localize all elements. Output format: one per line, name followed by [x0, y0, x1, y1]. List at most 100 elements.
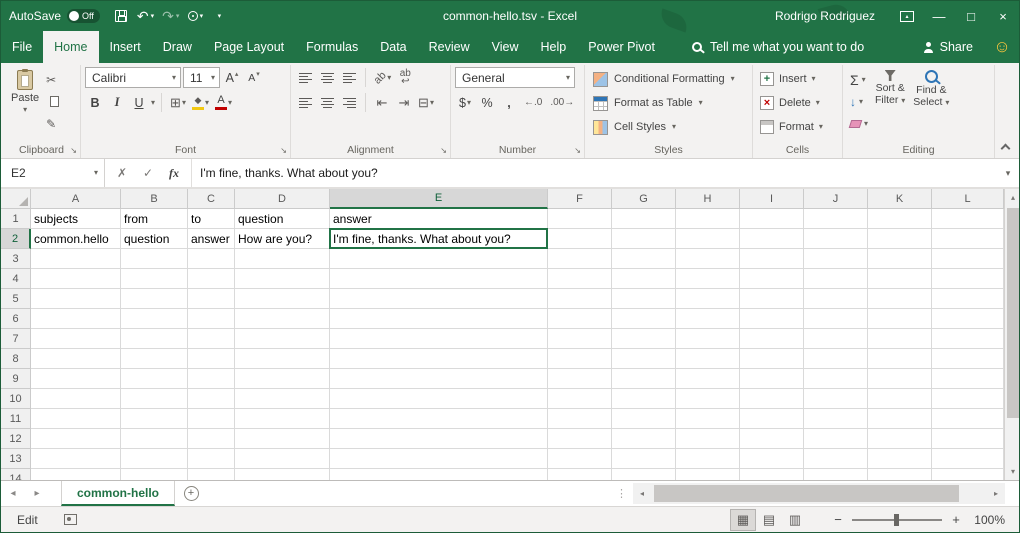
cell-K7[interactable] [868, 329, 932, 349]
cell-D10[interactable] [235, 389, 330, 409]
cell-L4[interactable] [932, 269, 1004, 289]
cell-D4[interactable] [235, 269, 330, 289]
delete-cells-button[interactable]: ×Delete▾ [757, 91, 838, 115]
cell-K5[interactable] [868, 289, 932, 309]
customize-quick-access-toolbar-button[interactable]: ▾ [208, 3, 230, 29]
cell-C13[interactable] [188, 449, 235, 469]
cell-I4[interactable] [740, 269, 804, 289]
column-header-H[interactable]: H [676, 189, 740, 209]
column-header-F[interactable]: F [548, 189, 612, 209]
increase-font-size-button[interactable]: A▴ [222, 67, 242, 88]
cell-G10[interactable] [612, 389, 676, 409]
cell-H7[interactable] [676, 329, 740, 349]
column-header-I[interactable]: I [740, 189, 804, 209]
cell-J12[interactable] [804, 429, 868, 449]
font-dialog-launcher[interactable]: ↘ [280, 147, 287, 155]
zoom-slider[interactable] [852, 519, 942, 521]
scroll-down-button[interactable]: ▾ [1005, 463, 1019, 480]
percent-style-button[interactable]: % [477, 92, 497, 113]
row-header-1[interactable]: 1 [1, 209, 31, 229]
cell-styles-button[interactable]: Cell Styles▾ [589, 115, 748, 139]
page-layout-view-button[interactable]: ▤ [757, 510, 781, 530]
top-align-button[interactable] [295, 67, 315, 88]
autosave-switch[interactable]: Off [67, 9, 100, 23]
tab-view[interactable]: View [481, 31, 530, 63]
cell-J13[interactable] [804, 449, 868, 469]
cell-J9[interactable] [804, 369, 868, 389]
cell-L10[interactable] [932, 389, 1004, 409]
share-button[interactable]: Share [911, 31, 985, 63]
zoom-out-button[interactable]: − [829, 512, 847, 527]
cut-button[interactable]: ✂ [43, 69, 62, 90]
cell-C1[interactable]: to [188, 209, 235, 229]
cell-F4[interactable] [548, 269, 612, 289]
cell-C6[interactable] [188, 309, 235, 329]
borders-button[interactable]: ⊞▾ [168, 92, 188, 113]
tab-home[interactable]: Home [43, 31, 98, 63]
cell-L5[interactable] [932, 289, 1004, 309]
number-dialog-launcher[interactable]: ↘ [574, 147, 581, 155]
cell-H8[interactable] [676, 349, 740, 369]
column-header-L[interactable]: L [932, 189, 1004, 209]
cell-L9[interactable] [932, 369, 1004, 389]
cell-E1[interactable]: answer [330, 209, 548, 229]
cell-G5[interactable] [612, 289, 676, 309]
cell-J7[interactable] [804, 329, 868, 349]
cell-E2[interactable]: I'm fine, thanks. What about you? [330, 229, 548, 249]
cell-E10[interactable] [330, 389, 548, 409]
cell-D1[interactable]: question [235, 209, 330, 229]
cell-H3[interactable] [676, 249, 740, 269]
cell-F9[interactable] [548, 369, 612, 389]
cell-I11[interactable] [740, 409, 804, 429]
cell-I14[interactable] [740, 469, 804, 480]
cell-H11[interactable] [676, 409, 740, 429]
cell-H14[interactable] [676, 469, 740, 480]
cell-I9[interactable] [740, 369, 804, 389]
row-header-12[interactable]: 12 [1, 429, 31, 449]
comma-style-button[interactable]: , [499, 92, 519, 113]
cell-A2[interactable]: common.hello [31, 229, 121, 249]
cell-B13[interactable] [121, 449, 188, 469]
tab-draw[interactable]: Draw [152, 31, 203, 63]
orientation-button[interactable]: ab▾ [372, 67, 393, 88]
formula-input[interactable]: I'm fine, thanks. What about you? [192, 159, 997, 187]
cell-F7[interactable] [548, 329, 612, 349]
cell-D14[interactable] [235, 469, 330, 480]
cell-B4[interactable] [121, 269, 188, 289]
user-name[interactable]: Rodrigo Rodriguez [775, 9, 875, 23]
cell-K8[interactable] [868, 349, 932, 369]
fill-color-button[interactable]: ◆▾ [190, 92, 211, 113]
cell-L3[interactable] [932, 249, 1004, 269]
format-cells-button[interactable]: Format▾ [757, 115, 838, 139]
copy-button[interactable] [43, 91, 62, 112]
cell-L14[interactable] [932, 469, 1004, 480]
sort-filter-button[interactable]: Sort &Filter ▾ [871, 67, 909, 141]
font-name-combo[interactable]: Calibri▾ [85, 67, 181, 88]
cell-H10[interactable] [676, 389, 740, 409]
cell-H12[interactable] [676, 429, 740, 449]
find-select-button[interactable]: Find &Select ▾ [909, 67, 953, 141]
tab-page-layout[interactable]: Page Layout [203, 31, 295, 63]
tab-formulas[interactable]: Formulas [295, 31, 369, 63]
undo-button[interactable]: ↶▾ [134, 3, 157, 29]
decrease-font-size-button[interactable]: A▾ [244, 67, 264, 88]
cell-H2[interactable] [676, 229, 740, 249]
cell-E9[interactable] [330, 369, 548, 389]
row-header-5[interactable]: 5 [1, 289, 31, 309]
row-header-10[interactable]: 10 [1, 389, 31, 409]
cell-K10[interactable] [868, 389, 932, 409]
cell-L12[interactable] [932, 429, 1004, 449]
cell-A3[interactable] [31, 249, 121, 269]
cell-G1[interactable] [612, 209, 676, 229]
fill-button[interactable]: ↓▾ [847, 91, 871, 112]
zoom-level[interactable]: 100% [965, 513, 1005, 527]
cell-I10[interactable] [740, 389, 804, 409]
cell-D12[interactable] [235, 429, 330, 449]
zoom-in-button[interactable]: + [947, 512, 965, 527]
select-all-button[interactable] [1, 189, 31, 209]
cell-K6[interactable] [868, 309, 932, 329]
feedback-smiley-button[interactable]: ☺ [985, 31, 1019, 63]
align-left-button[interactable] [295, 92, 315, 113]
cell-A9[interactable] [31, 369, 121, 389]
cell-H1[interactable] [676, 209, 740, 229]
